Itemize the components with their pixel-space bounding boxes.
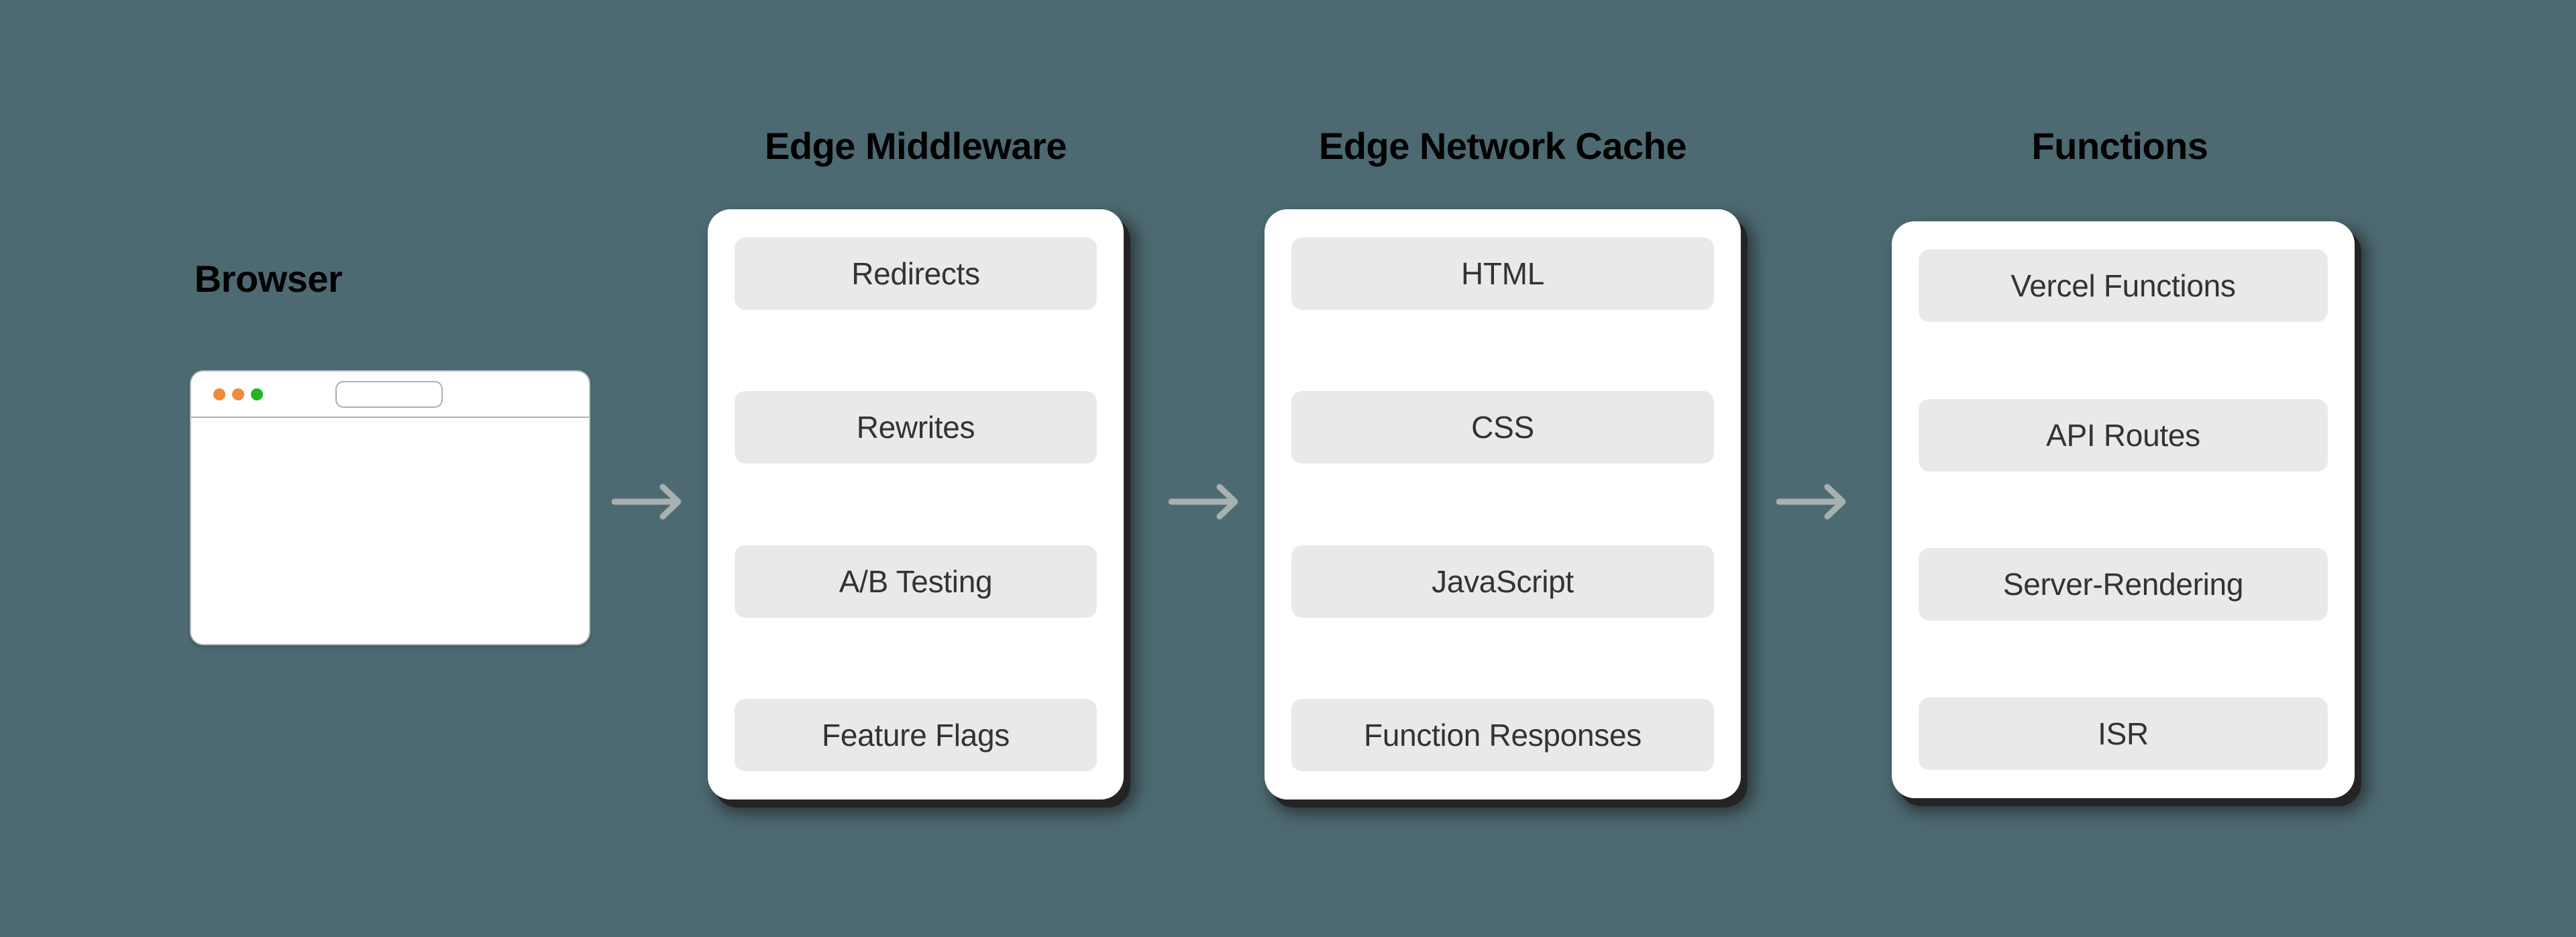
stage-item[interactable]: Feature Flags: [735, 698, 1097, 771]
browser-viewport: [191, 418, 589, 644]
stage-card-edge-middleware: Redirects Rewrites A/B Testing Feature F…: [708, 209, 1124, 800]
stage-item[interactable]: CSS: [1291, 391, 1714, 464]
browser-window: [190, 370, 590, 645]
maximize-dot[interactable]: [251, 388, 263, 400]
browser-title: Browser: [194, 258, 343, 300]
stage-item[interactable]: JavaScript: [1291, 545, 1714, 618]
minimize-dot[interactable]: [232, 388, 244, 400]
close-dot[interactable]: [213, 388, 225, 400]
stage-item[interactable]: A/B Testing: [735, 545, 1097, 618]
stage-title-edge-middleware: Edge Middleware: [765, 125, 1067, 167]
stage-item[interactable]: Server-Rendering: [1919, 548, 2328, 621]
stage-card-functions: Vercel Functions API Routes Server-Rende…: [1892, 221, 2355, 798]
stage-item[interactable]: Vercel Functions: [1919, 250, 2328, 322]
diagram-canvas: Browser Edge Middleware Redirects Rewrit…: [0, 0, 2576, 937]
stage-item[interactable]: ISR: [1919, 697, 2328, 770]
stage-item[interactable]: API Routes: [1919, 398, 2328, 472]
stage-title-functions: Functions: [2031, 125, 2208, 167]
stage-item[interactable]: Rewrites: [735, 391, 1097, 464]
traffic-lights: [213, 388, 263, 400]
browser-chrome: [191, 372, 589, 418]
stage-title-edge-network-cache: Edge Network Cache: [1318, 125, 1687, 167]
stage-item[interactable]: HTML: [1291, 237, 1714, 310]
url-bar[interactable]: [335, 380, 443, 408]
arrow-middleware-to-cache: [1169, 484, 1238, 520]
stage-item[interactable]: Function Responses: [1291, 698, 1714, 771]
stage-card-edge-network-cache: HTML CSS JavaScript Function Responses: [1265, 209, 1741, 800]
arrow-browser-to-middleware: [612, 484, 682, 520]
arrow-cache-to-functions: [1776, 484, 1846, 520]
stage-item[interactable]: Redirects: [735, 237, 1097, 310]
